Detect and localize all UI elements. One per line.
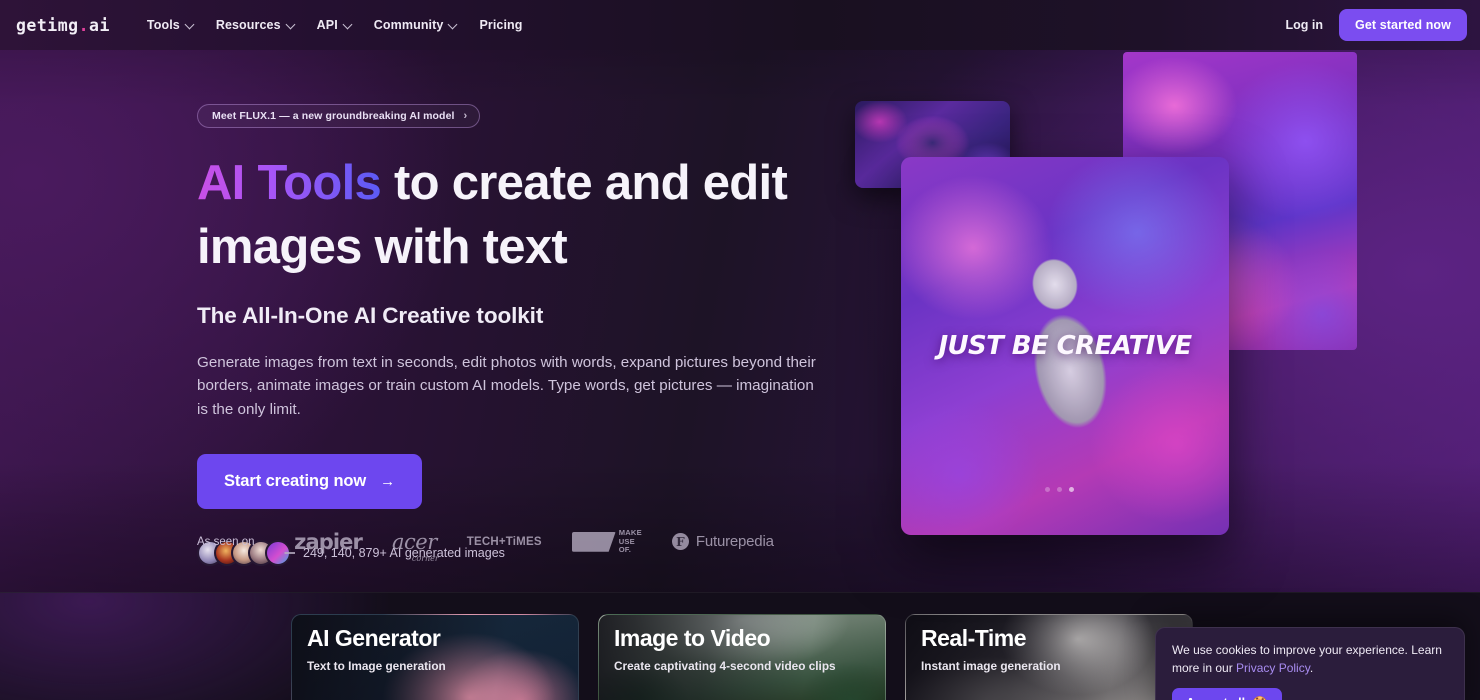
acer-corner-text: corner <box>411 553 439 563</box>
chevron-down-icon <box>185 20 194 29</box>
nav-actions: Log in Get started now <box>1286 9 1467 41</box>
announcement-badge[interactable]: Meet FLUX.1 — a new groundbreaking AI mo… <box>197 104 481 128</box>
tech-times-line1: TECH+ <box>466 535 506 548</box>
accept-all-cookies-button[interactable]: Accept all 🍪 <box>1172 687 1282 700</box>
carousel-dot[interactable] <box>1045 487 1050 492</box>
feature-card-image-to-video[interactable]: Image to Video Create captivating 4-seco… <box>598 614 886 700</box>
card-body: Real-Time Instant image generation <box>921 625 1061 673</box>
muo-line3: OF. <box>618 545 632 554</box>
cookie-icon: 🍪 <box>1252 696 1268 700</box>
logo-text-tld: ai <box>89 15 110 35</box>
chevron-right-icon: › <box>463 110 468 122</box>
accept-all-label: Accept all <box>1186 696 1245 700</box>
make-use-of-mark <box>571 531 616 552</box>
hero-gallery: JUST BE CREATIVE <box>840 50 1480 592</box>
get-started-button[interactable]: Get started now <box>1339 9 1467 41</box>
futurepedia-logo: F Futurepedia <box>671 533 774 551</box>
nav-item-tools[interactable]: Tools <box>136 12 205 38</box>
make-use-of-logo: MAKE USE OF. <box>571 528 642 555</box>
card-title: AI Generator <box>307 625 441 651</box>
nav-label-community: Community <box>373 18 444 32</box>
nav-item-pricing[interactable]: Pricing <box>468 12 533 38</box>
feature-card-ai-generator[interactable]: AI Generator Text to Image generation <box>291 614 579 700</box>
privacy-policy-link[interactable]: Privacy Policy <box>1236 661 1310 675</box>
acer-logo: acer corner <box>391 529 439 563</box>
logo-dot: . <box>78 15 90 35</box>
cookie-text-part2: . <box>1309 660 1314 675</box>
hero-paragraph: Generate images from text in seconds, ed… <box>197 354 816 418</box>
card-subtitle: Create captivating 4-second video clips <box>614 659 836 673</box>
cookie-banner: We use cookies to improve your experienc… <box>1155 627 1465 700</box>
futurepedia-mark-icon: F <box>671 533 689 551</box>
card-body: AI Generator Text to Image generation <box>307 625 446 673</box>
nav-label-resources: Resources <box>215 18 281 32</box>
arrow-right-icon: → <box>380 472 396 490</box>
page-root: getimg.ai Tools Resources API Community … <box>0 0 1480 700</box>
gallery-main-caption: JUST BE CREATIVE <box>938 331 1192 361</box>
headline-gradient-text: AI Tools <box>197 156 382 210</box>
nav-label-api: API <box>316 18 338 32</box>
nav-label-tools: Tools <box>146 18 180 32</box>
carousel-dot[interactable] <box>1057 487 1062 492</box>
chevron-down-icon <box>286 20 295 29</box>
carousel-dots[interactable] <box>1045 487 1074 492</box>
main-navigation: getimg.ai Tools Resources API Community … <box>0 0 1480 50</box>
nav-links: Tools Resources API Community Pricing <box>136 12 534 38</box>
card-subtitle: Instant image generation <box>921 659 1061 673</box>
chevron-down-icon <box>343 20 352 29</box>
login-link[interactable]: Log in <box>1286 18 1324 32</box>
acer-logo-text: acer <box>391 529 437 554</box>
card-title: Real-Time <box>921 625 1027 651</box>
card-subtitle: Text to Image generation <box>307 659 446 673</box>
nav-item-resources[interactable]: Resources <box>205 12 306 38</box>
chevron-down-icon <box>448 20 457 29</box>
make-use-of-text: MAKE USE OF. <box>618 528 642 555</box>
futurepedia-text: Futurepedia <box>695 533 774 551</box>
site-logo[interactable]: getimg.ai <box>16 16 110 35</box>
start-creating-label: Start creating now <box>224 471 367 490</box>
feature-cards: AI Generator Text to Image generation Im… <box>291 614 1193 700</box>
nav-item-api[interactable]: API <box>306 12 363 38</box>
as-seen-on-bar: As seen on _zapier acer corner TECH+ TiM… <box>197 528 774 563</box>
zapier-logo: _zapier <box>284 529 363 554</box>
card-body: Image to Video Create captivating 4-seco… <box>614 625 836 673</box>
cookie-text: We use cookies to improve your experienc… <box>1172 642 1448 678</box>
gallery-image-main-creative: JUST BE CREATIVE <box>901 157 1229 535</box>
nav-label-pricing: Pricing <box>479 18 523 32</box>
carousel-dot-active[interactable] <box>1069 487 1074 492</box>
hero-subheadline: The All-In-One AI Creative toolkit <box>197 303 544 329</box>
hero-content: Meet FLUX.1 — a new groundbreaking AI mo… <box>197 104 857 566</box>
logo-text-main: getimg <box>16 15 79 35</box>
nav-item-community[interactable]: Community <box>363 12 469 38</box>
start-creating-button[interactable]: Start creating now → <box>197 453 423 509</box>
tech-times-line2: TiMES <box>505 535 542 548</box>
announcement-text: Meet FLUX.1 — a new groundbreaking AI mo… <box>212 110 455 122</box>
page-title: AI Tools to create and edit images with … <box>197 152 797 279</box>
card-title: Image to Video <box>614 625 771 651</box>
feature-card-real-time[interactable]: Real-Time Instant image generation <box>905 614 1193 700</box>
tech-times-logo: TECH+ TiMES <box>467 536 542 548</box>
as-seen-on-label: As seen on <box>197 535 255 548</box>
